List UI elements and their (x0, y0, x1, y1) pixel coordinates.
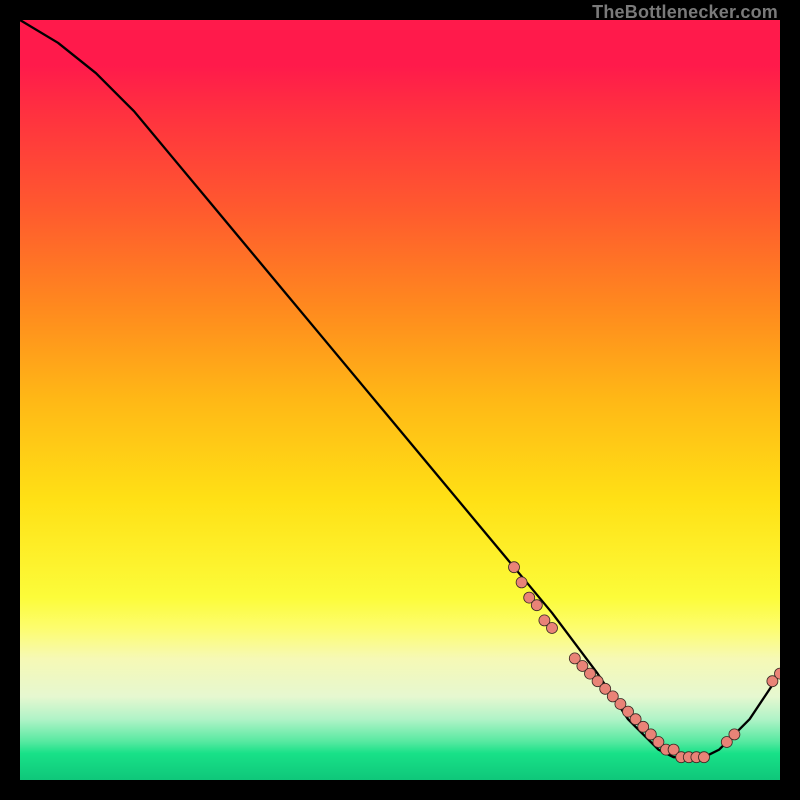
marker-points (509, 562, 781, 763)
marker-point (531, 600, 542, 611)
marker-point (509, 562, 520, 573)
marker-point (699, 752, 710, 763)
bottleneck-curve (20, 20, 780, 757)
marker-point (547, 623, 558, 634)
marker-point (729, 729, 740, 740)
chart-overlay (20, 20, 780, 780)
marker-point (516, 577, 527, 588)
chart-frame: TheBottlenecker.com (20, 20, 780, 780)
